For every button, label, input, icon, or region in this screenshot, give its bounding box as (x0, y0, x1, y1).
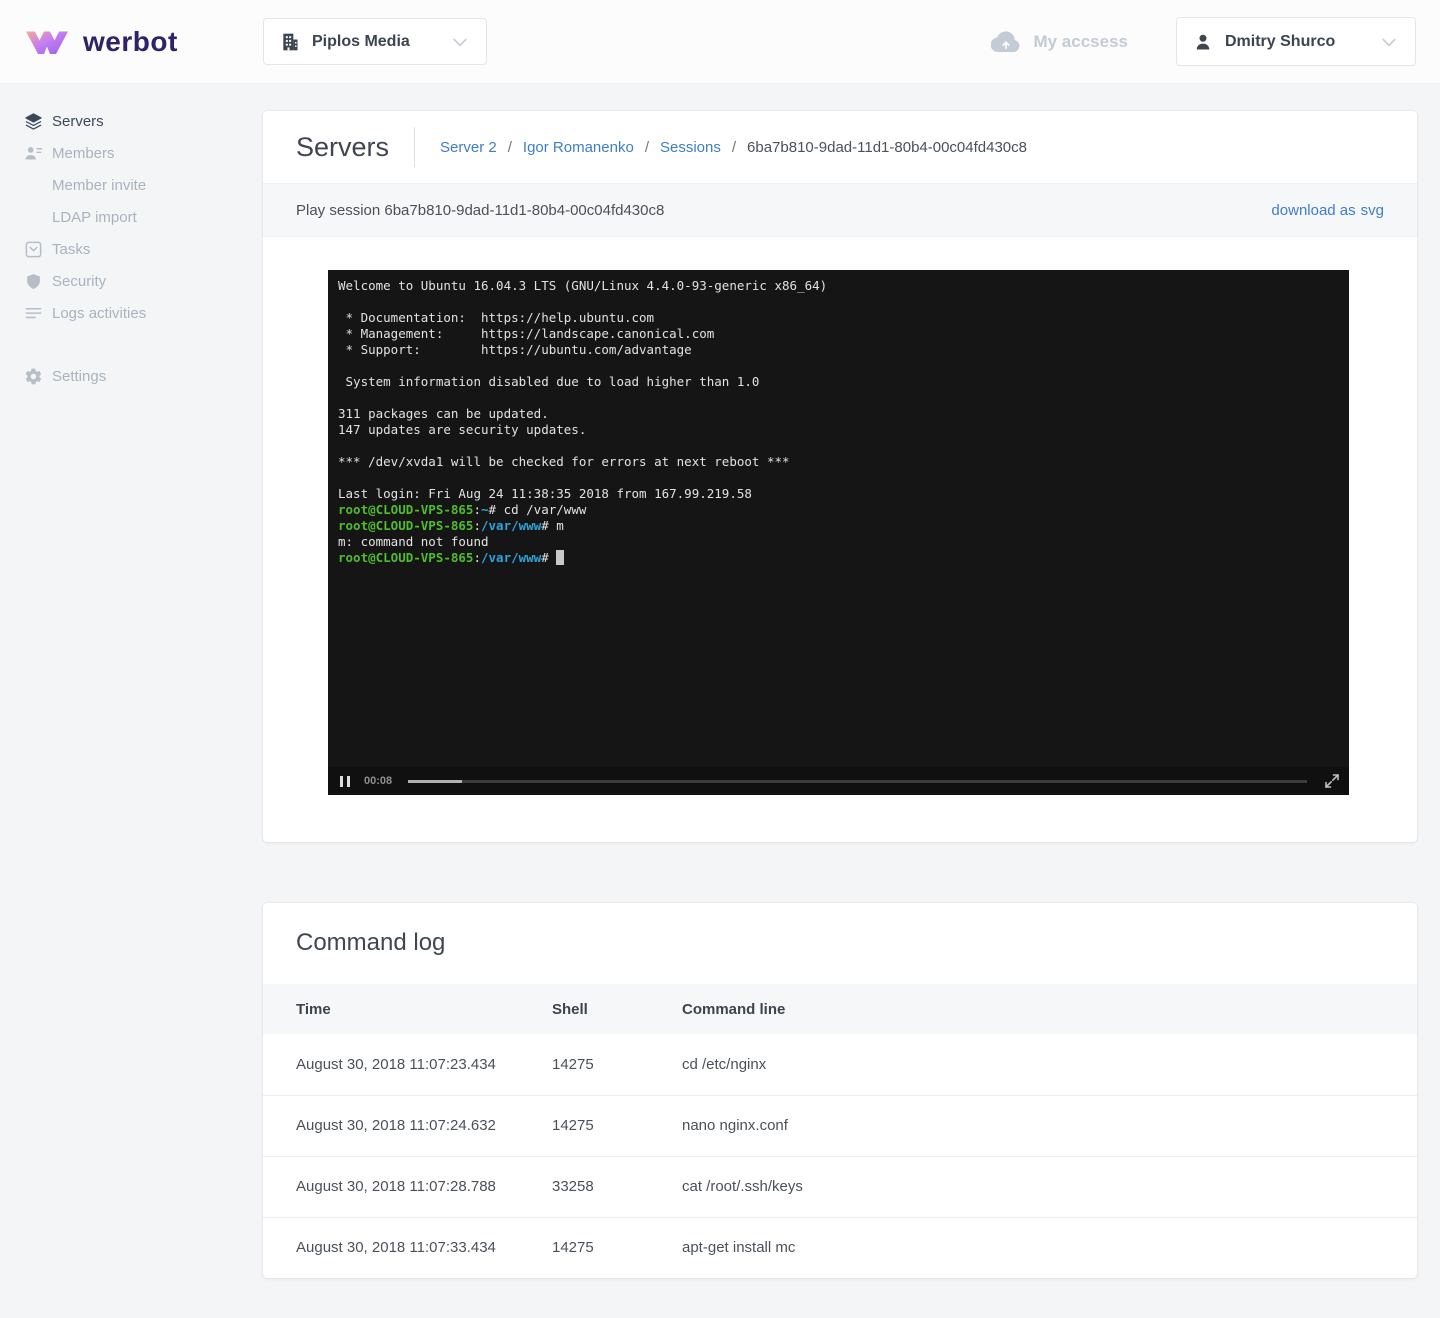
my-access-label: My accsess (1033, 31, 1128, 51)
building-icon (283, 33, 298, 50)
table-row[interactable]: August 30, 2018 11:07:28.788 33258 cat /… (263, 1156, 1417, 1218)
terminal-player: Welcome to Ubuntu 16.04.3 LTS (GNU/Linux… (328, 270, 1349, 795)
sidebar-item-member-invite[interactable]: Member invite (0, 169, 263, 201)
session-card: Servers Server 2 / Igor Romanenko / Sess… (263, 111, 1417, 842)
download-svg-link[interactable]: download as svg (1271, 202, 1384, 219)
breadcrumb-link-sessions[interactable]: Sessions (660, 139, 721, 156)
logs-icon (23, 303, 43, 323)
sidebar-item-label: Member invite (52, 176, 147, 194)
sidebar-item-settings[interactable]: Settings (0, 360, 263, 392)
command-log-title: Command log (296, 929, 446, 956)
cloud-upload-icon (991, 31, 1020, 52)
sidebar-item-label: Settings (52, 367, 107, 385)
sidebar-item-label: LDAP import (52, 208, 137, 226)
table-row[interactable]: August 30, 2018 11:07:24.632 14275 nano … (263, 1095, 1417, 1157)
sidebar-item-label: Servers (52, 112, 104, 130)
fullscreen-button[interactable] (1325, 774, 1339, 788)
breadcrumb-current-session-id: 6ba7b810-9dad-11d1-80b4-00c04fd430c8 (747, 138, 1027, 156)
cell-command: cd /etc/nginx (649, 1034, 1417, 1096)
play-session-bar: Play session 6ba7b810-9dad-11d1-80b4-00c… (263, 183, 1417, 237)
column-header-time: Time (263, 984, 519, 1034)
sidebar-item-logs-activities[interactable]: Logs activities (0, 297, 263, 329)
sidebar-item-label: Security (52, 272, 107, 290)
sidebar-item-label: Logs activities (52, 304, 147, 322)
my-access-link[interactable]: My accsess (991, 31, 1128, 53)
sidebar-item-members[interactable]: Members (0, 137, 263, 169)
top-header: werbot Piplos Media My accsess Dmitry Sh… (0, 0, 1440, 84)
sidebar-item-servers[interactable]: Servers (0, 105, 263, 137)
column-header-command-line: Command line (649, 984, 1417, 1034)
player-progress-bar[interactable] (408, 779, 1307, 783)
shield-icon (23, 271, 43, 291)
download-format-label: svg (1360, 201, 1384, 219)
cell-time: August 30, 2018 11:07:33.434 (296, 1239, 496, 1257)
breadcrumb-separator: / (644, 138, 649, 156)
chevron-down-icon (1382, 38, 1396, 46)
command-log-card: Command log Time Shell Command line Augu… (263, 903, 1417, 1278)
table-row[interactable]: August 30, 2018 11:07:33.434 14275 apt-g… (263, 1217, 1417, 1278)
sidebar-item-tasks[interactable]: Tasks (0, 233, 263, 265)
sidebar-item-label: Tasks (52, 240, 91, 258)
werbot-logo-icon (26, 31, 68, 54)
cell-time: August 30, 2018 11:07:28.788 (263, 1156, 519, 1218)
player-time: 00:08 (364, 775, 393, 787)
cell-command: apt-get install mc (682, 1239, 796, 1257)
company-name: Piplos Media (312, 32, 410, 50)
breadcrumb-separator: / (507, 138, 512, 156)
user-icon (1196, 34, 1210, 49)
cell-time: August 30, 2018 11:07:23.434 (263, 1034, 519, 1096)
sidebar-item-label: Members (52, 144, 115, 162)
player-progress-fill (408, 779, 463, 783)
chevron-down-icon (453, 38, 467, 46)
layers-icon (23, 111, 43, 131)
cell-command: cat /root/.ssh/keys (649, 1156, 1417, 1218)
column-header-shell: Shell (519, 984, 649, 1034)
breadcrumb-separator: / (731, 138, 737, 156)
breadcrumb-link-server[interactable]: Server 2 (440, 139, 497, 156)
sidebar-nav: Servers Members Member invite LDAP impor… (0, 84, 263, 392)
terminal-player-wrapper: Welcome to Ubuntu 16.04.3 LTS (GNU/Linux… (263, 237, 1417, 842)
brand-logo[interactable]: werbot (23, 25, 263, 59)
user-menu[interactable]: Dmitry Shurco (1176, 17, 1416, 66)
main-content: Servers Server 2 / Igor Romanenko / Sess… (263, 84, 1440, 1318)
user-name: Dmitry Shurco (1225, 32, 1336, 50)
cell-shell: 14275 (552, 1239, 594, 1257)
cell-shell: 33258 (519, 1156, 649, 1218)
table-header-row: Time Shell Command line (263, 984, 1417, 1034)
sidebar-item-ldap-import[interactable]: LDAP import (0, 201, 263, 233)
company-selector[interactable]: Piplos Media (263, 18, 487, 65)
page-header: Servers Server 2 / Igor Romanenko / Sess… (263, 111, 1417, 183)
player-controls: 00:08 (328, 767, 1349, 795)
cell-command: nano nginx.conf (649, 1095, 1417, 1157)
title-divider (414, 127, 416, 167)
members-icon (23, 143, 43, 163)
breadcrumb: Server 2 / Igor Romanenko / Sessions / 6… (440, 139, 1027, 156)
play-session-title: Play session 6ba7b810-9dad-11d1-80b4-00c… (296, 201, 665, 219)
brand-name: werbot (83, 25, 178, 57)
sidebar-item-security[interactable]: Security (0, 265, 263, 297)
table-row[interactable]: August 30, 2018 11:07:23.434 14275 cd /e… (263, 1034, 1417, 1096)
download-as-label: download as (1271, 201, 1356, 219)
gear-icon (23, 366, 43, 386)
breadcrumb-link-user[interactable]: Igor Romanenko (523, 139, 634, 156)
command-log-table: Time Shell Command line August 30, 2018 … (263, 984, 1417, 1278)
cell-shell: 14275 (519, 1095, 649, 1157)
cell-shell: 14275 (519, 1034, 649, 1096)
tasks-icon (23, 239, 43, 259)
cell-time: August 30, 2018 11:07:24.632 (263, 1095, 519, 1157)
pause-button[interactable] (338, 774, 352, 789)
terminal-output: Welcome to Ubuntu 16.04.3 LTS (GNU/Linux… (338, 278, 828, 565)
page-title: Servers (296, 131, 390, 162)
